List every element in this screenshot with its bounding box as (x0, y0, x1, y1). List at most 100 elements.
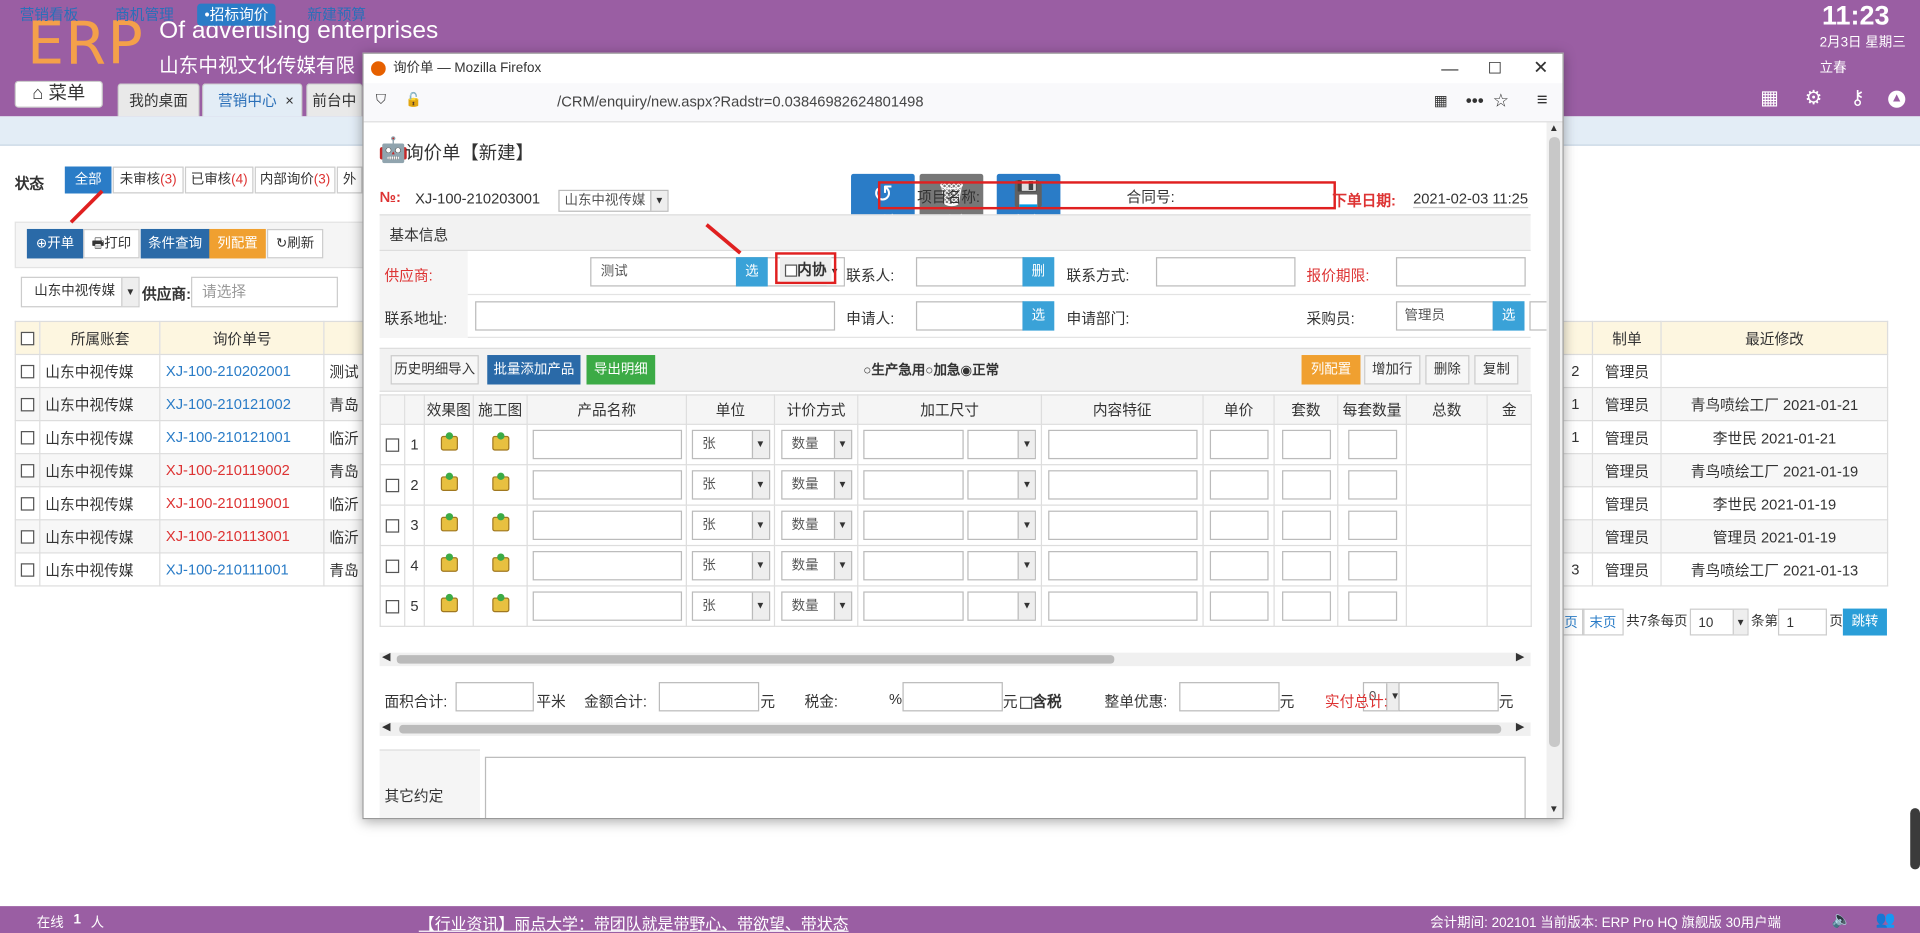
table-row[interactable]: 1 管理员 李世民 2021-01-21 (1557, 420, 1889, 455)
qty-per-set-cell[interactable] (1337, 544, 1407, 587)
side-handle[interactable] (1910, 808, 1920, 870)
select-all-checkbox[interactable] (14, 320, 41, 356)
internal-checkbox[interactable]: 内协 (780, 257, 832, 282)
table-row[interactable]: 山东中视传媒 XJ-100-210119002 青岛 (14, 453, 365, 488)
construction-image-upload[interactable] (472, 464, 528, 506)
company-select[interactable]: 山东中视传媒 ▼ (20, 276, 140, 308)
product-name-cell[interactable] (526, 544, 687, 587)
add-row-button[interactable]: 增加行 (1364, 355, 1421, 385)
unit-cell[interactable]: 张 ▼ (685, 544, 776, 587)
window-vertical-scrollbar[interactable]: ▲ ▼ (1546, 122, 1563, 818)
url-text[interactable]: /CRM/enquiry/new.aspx?Radstr=0.038469826… (557, 93, 923, 110)
effect-image-upload[interactable] (423, 423, 474, 466)
row-inquiry-no[interactable]: XJ-100-210113001 (159, 519, 325, 554)
row-checkbox[interactable] (14, 486, 41, 521)
row-checkbox[interactable] (379, 504, 406, 547)
subnav-new-budget[interactable]: 新建预算 (300, 4, 373, 26)
per-page-select[interactable]: 10 ▼ (1689, 608, 1749, 636)
content-cell[interactable] (1040, 423, 1204, 466)
row-checkbox[interactable] (379, 544, 406, 587)
address-input[interactable] (475, 301, 836, 331)
sets-cell[interactable] (1273, 464, 1339, 506)
size-cell[interactable]: ▼ (857, 585, 1043, 627)
construction-image-upload[interactable] (472, 585, 528, 627)
product-row[interactable]: 2 张 ▼ 数量 ▼ ▼ (379, 464, 1532, 506)
supplier-filter-input[interactable]: 请选择 (191, 276, 338, 308)
size-cell[interactable]: ▼ (857, 504, 1043, 547)
row-checkbox[interactable] (14, 386, 41, 422)
subnav-bidding-inquiry[interactable]: •招标询价 (197, 3, 276, 26)
size-cell[interactable]: ▼ (857, 423, 1043, 466)
table-row[interactable]: 山东中视传媒 XJ-100-210121001 临沂 (14, 420, 365, 455)
contact-delete-button[interactable]: 删 (1022, 257, 1055, 287)
price-cell[interactable] (1202, 585, 1275, 627)
page-number-input[interactable]: 1 (1777, 608, 1827, 636)
copy-row-button[interactable]: 复制 (1474, 355, 1519, 385)
row-inquiry-no[interactable]: XJ-100-210111001 (159, 552, 325, 587)
table-row[interactable]: 管理员 青鸟喷绘工厂 2021-01-19 (1557, 453, 1889, 488)
content-cell[interactable] (1040, 504, 1204, 547)
table-row[interactable]: 1 管理员 青鸟喷绘工厂 2021-01-21 (1557, 386, 1889, 422)
buyer-select-button[interactable]: 选 (1492, 301, 1525, 331)
discount-input[interactable] (1179, 682, 1280, 712)
row-checkbox[interactable] (14, 519, 41, 554)
product-name-cell[interactable] (526, 464, 687, 506)
row-checkbox[interactable] (14, 420, 41, 455)
price-cell[interactable] (1202, 544, 1275, 587)
shield-icon[interactable]: ⛉ (376, 93, 386, 109)
unit-cell[interactable]: 张 ▼ (685, 464, 776, 506)
row-inquiry-no[interactable]: XJ-100-210121002 (159, 386, 325, 422)
product-row[interactable]: 4 张 ▼ 数量 ▼ ▼ (379, 544, 1532, 587)
pricing-cell[interactable]: 数量 ▼ (773, 544, 859, 587)
supplier-select-button[interactable]: 选 (735, 257, 768, 287)
table-row[interactable]: 3 管理员 青鸟喷绘工厂 2021-01-13 (1557, 552, 1889, 587)
other-agreement-textarea[interactable] (484, 756, 1526, 818)
unit-cell[interactable]: 张 ▼ (685, 585, 776, 627)
table-row[interactable]: 管理员 管理员 2021-01-19 (1557, 519, 1889, 554)
tab-marketing-center[interactable]: 营销中心 × (202, 83, 303, 117)
apps-icon[interactable]: ▦ (1758, 88, 1780, 110)
last-page-link[interactable]: 末页 (1582, 608, 1624, 636)
tax-included-checkbox[interactable]: 含税 (1020, 691, 1062, 712)
column-config-button[interactable]: 列配置 (1301, 355, 1361, 385)
construction-image-upload[interactable] (472, 544, 528, 587)
order-date-value[interactable]: 2021-02-03 11:25 (1413, 190, 1529, 209)
effect-image-upload[interactable] (423, 585, 474, 627)
print-button[interactable]: 🖶打印 (83, 228, 140, 259)
status-tab-all[interactable]: 全部 (64, 166, 112, 194)
table-row[interactable]: 管理员 李世民 2021-01-19 (1557, 486, 1889, 521)
sets-cell[interactable] (1273, 423, 1339, 466)
go-button[interactable]: 跳转 (1842, 608, 1887, 636)
tax-amount-input[interactable] (902, 682, 1003, 712)
delete-row-button[interactable]: 删除 (1425, 355, 1470, 385)
row-checkbox[interactable] (379, 585, 406, 627)
totals-horizontal-scrollbar[interactable]: ◀ ▶ (379, 720, 1531, 736)
pricing-cell[interactable]: 数量 ▼ (773, 585, 859, 627)
buyer-input[interactable]: 管理员 (1395, 301, 1494, 331)
product-name-cell[interactable] (526, 585, 687, 627)
row-inquiry-no[interactable]: XJ-100-210202001 (159, 353, 325, 389)
price-cell[interactable] (1202, 504, 1275, 547)
open-order-button[interactable]: ⊕开单 (26, 228, 84, 259)
more-icon[interactable]: ••• (1466, 91, 1484, 111)
product-name-cell[interactable] (526, 504, 687, 547)
subnav-marketing-board[interactable]: 营销看板 (12, 4, 85, 26)
close-icon[interactable]: ✕ (1533, 54, 1548, 83)
insecure-lock-icon[interactable]: 🔓 (405, 92, 422, 108)
amount-total-input[interactable] (658, 682, 760, 712)
size-cell[interactable]: ▼ (857, 464, 1043, 506)
maximize-icon[interactable]: ☐ (1488, 54, 1502, 83)
table-row[interactable]: 山东中视传媒 XJ-100-210121002 青岛 (14, 386, 365, 422)
speaker-icon[interactable]: 🔈 (1832, 910, 1852, 930)
table-row[interactable]: 山东中视传媒 XJ-100-210111001 青岛 (14, 552, 365, 587)
sets-cell[interactable] (1273, 585, 1339, 627)
status-tab-unreviewed[interactable]: 未审核(3) (112, 166, 184, 194)
dept-select[interactable]: ▼ (1529, 301, 1547, 331)
content-cell[interactable] (1040, 544, 1204, 587)
status-tab-reviewed[interactable]: 已审核(4) (184, 166, 254, 194)
product-row[interactable]: 5 张 ▼ 数量 ▼ ▼ (379, 585, 1532, 627)
status-tab-internal[interactable]: 内部询价(3) (254, 166, 336, 194)
row-checkbox[interactable] (14, 353, 41, 389)
collapse-up-icon[interactable]: ▲ (1888, 90, 1906, 108)
row-inquiry-no[interactable]: XJ-100-210119002 (159, 453, 325, 488)
